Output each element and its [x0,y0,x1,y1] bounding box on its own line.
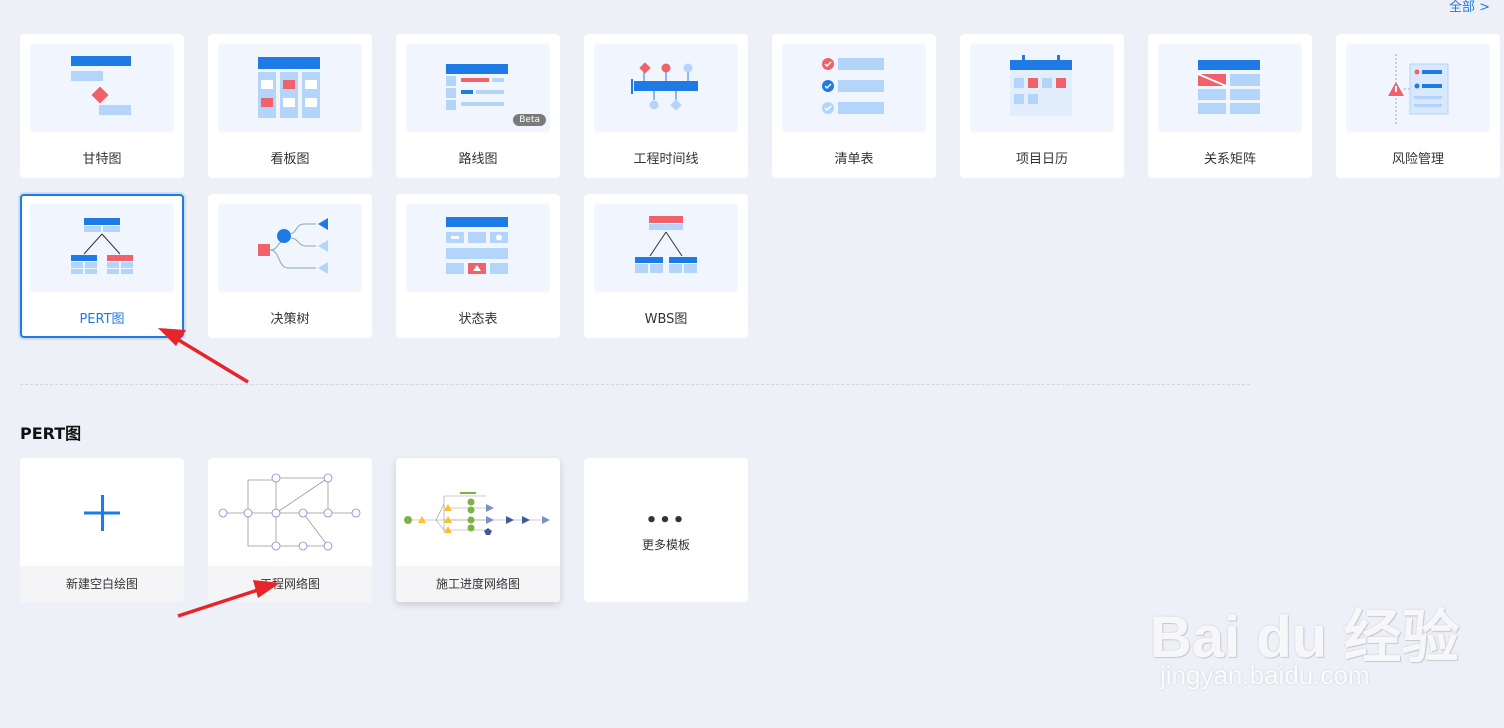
template-label-blank: 新建空白绘图 [20,566,184,602]
type-card-calendar[interactable]: 项目日历 [960,34,1124,178]
type-card-gantt[interactable]: 甘特图 [20,34,184,178]
status-table-icon [406,204,550,292]
section-divider [20,384,1250,385]
type-label-status-table: 状态表 [458,312,498,327]
type-card-decision-tree[interactable]: 决策树 [208,194,372,338]
wbs-icon [594,204,738,292]
timeline-icon [594,44,738,132]
construction-network-thumbnail [404,492,550,535]
more-dots-icon: ••• [645,510,687,531]
template-card-blank[interactable]: 新建空白绘图 [20,458,184,602]
roadmap-icon: Beta [406,44,550,132]
type-label-matrix: 关系矩阵 [1203,152,1256,167]
type-label-calendar: 项目日历 [1015,152,1068,167]
watermark-url: jingyan.baidu.com [1160,660,1370,690]
type-label-gantt: 甘特图 [82,152,122,167]
plus-icon [84,495,120,531]
template-label-network: 工程网络图 [208,566,372,602]
template-label-construction: 施工进度网络图 [396,566,560,602]
type-card-wbs[interactable]: WBS图 [584,194,748,338]
template-card-more[interactable]: ••• 更多模板 [584,458,748,602]
section-title: PERT图 [20,424,82,443]
template-card-network[interactable]: 工程网络图 [208,458,372,602]
type-card-kanban[interactable]: 看板图 [208,34,372,178]
type-label-timeline: 工程时间线 [633,152,699,167]
type-card-timeline[interactable]: 工程时间线 [584,34,748,178]
type-card-roadmap[interactable]: Beta 路线图 [396,34,560,178]
matrix-icon [1158,44,1302,132]
type-label-checklist: 清单表 [834,152,874,167]
network-diagram-thumbnail [218,473,361,551]
risk-icon [1346,44,1490,132]
decision-tree-icon [218,204,362,292]
all-link[interactable]: 全部 > [1449,0,1490,16]
kanban-icon [218,44,362,132]
type-card-risk[interactable]: 风险管理 [1336,34,1500,178]
type-card-matrix[interactable]: 关系矩阵 [1148,34,1312,178]
template-label-more: 更多模板 [641,538,690,552]
pert-icon [30,204,174,292]
type-card-status-table[interactable]: 状态表 [396,194,560,338]
type-card-pert[interactable]: PERT图 [20,194,184,338]
checklist-icon [782,44,926,132]
type-card-checklist[interactable]: 清单表 [772,34,936,178]
type-label-roadmap: 路线图 [458,152,498,167]
beta-badge: Beta [513,114,546,126]
template-card-construction[interactable]: 施工进度网络图 [396,458,560,602]
type-label-kanban: 看板图 [270,152,310,167]
type-label-risk: 风险管理 [1391,152,1444,167]
type-label-pert: PERT图 [79,312,125,327]
calendar-icon [970,44,1114,132]
type-label-wbs: WBS图 [644,312,688,327]
gantt-icon [30,44,174,132]
type-label-decision-tree: 决策树 [270,312,310,327]
